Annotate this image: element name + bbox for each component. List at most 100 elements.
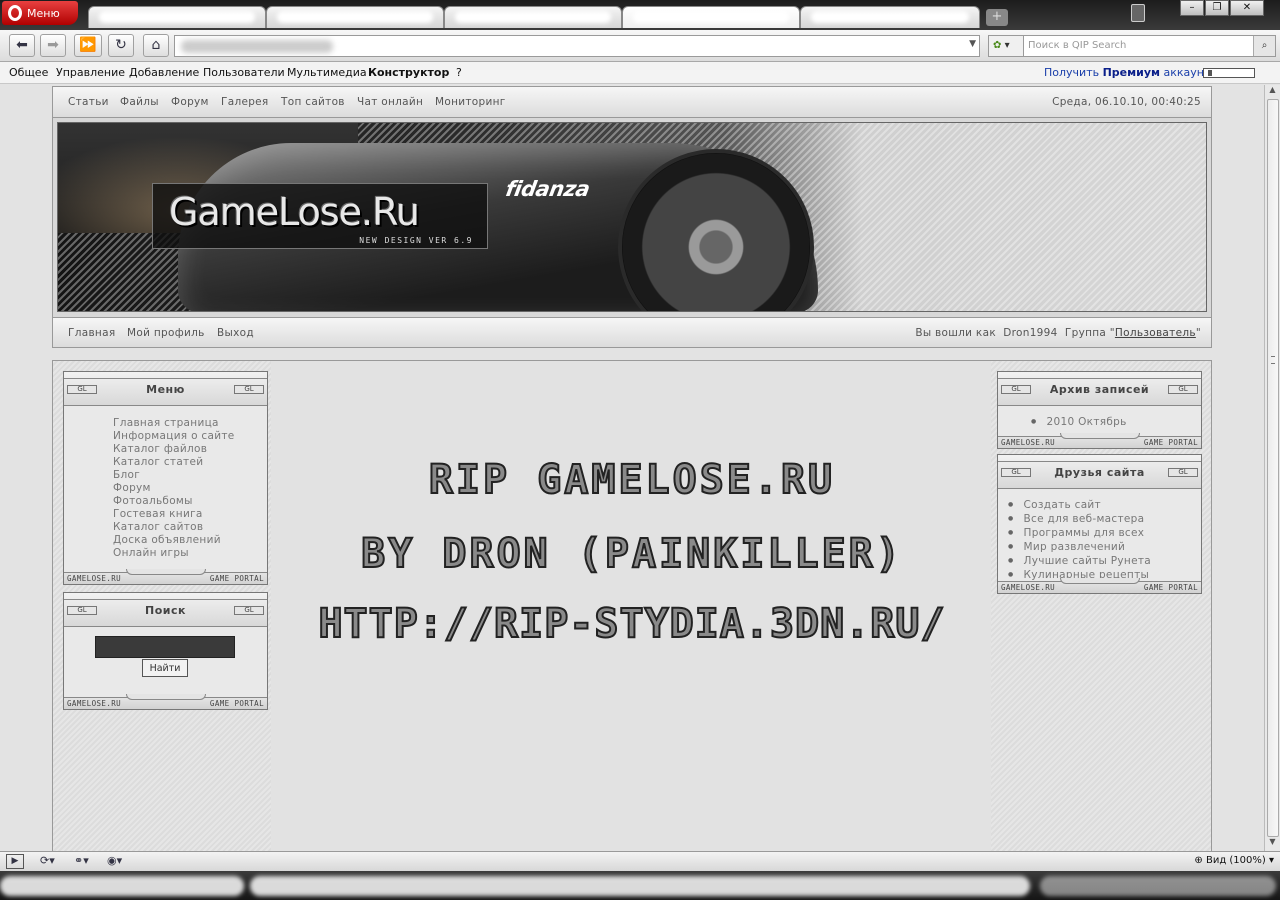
menu-item[interactable]: Блог — [113, 469, 235, 482]
search-placeholder: Поиск в QIP Search — [1028, 40, 1127, 51]
archive-item[interactable]: 2010 Октябрь — [1031, 416, 1127, 430]
zoom-control[interactable]: ⊕ Вид (100%) ▾ — [1194, 855, 1274, 866]
nav-forum[interactable]: Форум — [171, 96, 209, 108]
browser-tab[interactable] — [88, 6, 266, 28]
nav-home[interactable]: Главная — [68, 327, 115, 339]
menu-block: GL Меню GL Главная страница Информация о… — [63, 371, 268, 585]
zoom-label: Вид (100%) — [1205, 855, 1266, 866]
site-date: Среда, 06.10.10, 00:40:25 — [1052, 96, 1201, 108]
block-footer-right: GAME PORTAL — [209, 574, 264, 583]
browser-statusbar: ▶ ⟳▾ ⚭▾ ◉▾ ⊕ Вид (100%) ▾ — [0, 851, 1280, 871]
site-menu-list: Главная страница Информация о сайте Ката… — [113, 417, 235, 560]
friend-link[interactable]: Мир развлечений — [1008, 541, 1151, 555]
nav-chat[interactable]: Чат онлайн — [357, 96, 423, 108]
os-taskbar — [0, 871, 1280, 900]
menu-multimedia[interactable]: Мультимедиа — [287, 66, 367, 79]
restore-icon[interactable]: ❐ — [1205, 0, 1229, 16]
panel-toggle-icon[interactable]: ▶ — [6, 854, 24, 869]
scroll-thumb[interactable] — [1267, 99, 1279, 837]
nav-top-sites[interactable]: Топ сайтов — [281, 96, 345, 108]
minimize-icon[interactable]: – — [1180, 0, 1204, 16]
site-search-input[interactable] — [95, 636, 235, 658]
taskbar-item[interactable] — [0, 876, 244, 896]
browser-tab-active[interactable] — [622, 6, 800, 28]
reload-icon[interactable]: ↻ — [108, 34, 134, 57]
opera-menu-button[interactable]: Меню — [2, 1, 78, 25]
friend-link[interactable]: Создать сайт — [1008, 499, 1151, 513]
scroll-up-icon[interactable]: ▲ — [1265, 85, 1280, 99]
new-tab-icon[interactable]: + — [986, 9, 1008, 26]
logged-as-label: Вы вошли как — [915, 327, 996, 339]
user-navigation: Главная Мой профиль Выход Вы вошли как D… — [52, 318, 1212, 348]
scroll-down-icon[interactable]: ▼ — [1265, 837, 1280, 851]
rip-title: RIP GAMELOSE.RU — [428, 456, 836, 504]
menu-item[interactable]: Гостевая книга — [113, 508, 235, 521]
group-close: " — [1195, 327, 1201, 339]
menu-item[interactable]: Каталог статей — [113, 456, 235, 469]
site-logo[interactable]: GameLose.Ru NEW DESIGN VER 6.9 — [152, 183, 488, 249]
window-controls: – ❐ ✕ — [1180, 0, 1264, 16]
system-tray[interactable] — [1040, 876, 1276, 896]
search-engine-selector[interactable]: ✿ ▾ — [988, 35, 1024, 57]
browser-tab[interactable] — [444, 6, 622, 28]
friend-link[interactable]: Лучшие сайты Рунета — [1008, 555, 1151, 569]
block-footer-right: GAME PORTAL — [1143, 438, 1198, 447]
sync-icon[interactable]: ⟳▾ — [40, 854, 55, 869]
friend-link[interactable]: Все для веб-мастера — [1008, 513, 1151, 527]
menu-management[interactable]: Управление — [56, 66, 125, 79]
block-tag: GL — [1168, 468, 1198, 477]
window-titlebar: Меню + – ❐ ✕ — [0, 0, 1280, 30]
friend-link[interactable]: Программы для всех — [1008, 527, 1151, 541]
home-icon[interactable]: ⌂ — [143, 34, 169, 57]
address-field[interactable]: ▼ — [174, 35, 980, 57]
nav-logout[interactable]: Выход — [217, 327, 254, 339]
menu-users[interactable]: Пользователи — [203, 66, 285, 79]
menu-item[interactable]: Форум — [113, 482, 235, 495]
menu-help[interactable]: ? — [456, 66, 462, 79]
menu-item[interactable]: Каталог сайтов — [113, 521, 235, 534]
premium-bold: Премиум — [1102, 66, 1160, 79]
trash-icon[interactable] — [1131, 4, 1145, 22]
browser-tab[interactable] — [800, 6, 980, 28]
chevron-down-icon[interactable]: ▼ — [969, 39, 976, 49]
forward-arrow-icon[interactable]: ➡ — [40, 34, 66, 57]
nav-profile[interactable]: Мой профиль — [127, 327, 205, 339]
site-search-button[interactable]: Найти — [142, 659, 188, 677]
menu-item[interactable]: Доска объявлений — [113, 534, 235, 547]
page-scrollbar[interactable]: ▲ ▼ — [1264, 85, 1280, 851]
nav-monitoring[interactable]: Мониторинг — [435, 96, 506, 108]
menu-item[interactable]: Информация о сайте — [113, 430, 235, 443]
fast-forward-icon[interactable]: ⏩ — [74, 34, 102, 57]
rip-author: BY DRON (PAINKILLER) — [360, 530, 903, 578]
search-input[interactable]: Поиск в QIP Search ⌕ — [1023, 35, 1276, 57]
main-content: GL Меню GL Главная страница Информация о… — [52, 360, 1212, 851]
menu-constructor[interactable]: Конструктор — [368, 66, 449, 79]
menu-item[interactable]: Фотоальбомы — [113, 495, 235, 508]
close-icon[interactable]: ✕ — [1230, 0, 1264, 16]
header-banner: fidanza GameLose.Ru NEW DESIGN VER 6.9 — [52, 118, 1212, 318]
unite-icon[interactable]: ⚭▾ — [74, 854, 89, 869]
group-label: Группа " — [1064, 327, 1115, 339]
banner-image: fidanza GameLose.Ru NEW DESIGN VER 6.9 — [57, 122, 1207, 312]
taskbar-item[interactable] — [250, 876, 1030, 896]
menu-item[interactable]: Онлайн игры — [113, 547, 235, 560]
archive-list: 2010 Октябрь — [1031, 416, 1127, 430]
turbo-icon[interactable]: ◉▾ — [107, 854, 122, 869]
rip-url[interactable]: HTTP://RIP-STYDIA.3DN.RU/ — [249, 600, 1015, 648]
back-arrow-icon[interactable]: ⬅ — [9, 34, 35, 57]
search-icon[interactable]: ⌕ — [1253, 36, 1275, 56]
opera-logo-icon — [8, 5, 22, 21]
nav-files[interactable]: Файлы — [120, 96, 159, 108]
menu-item[interactable]: Каталог файлов — [113, 443, 235, 456]
group-link[interactable]: Пользователь — [1115, 327, 1196, 339]
archive-block: GL Архив записей GL 2010 Октябрь GAMELOS… — [997, 371, 1202, 449]
browser-tab[interactable] — [266, 6, 444, 28]
nav-gallery[interactable]: Галерея — [221, 96, 269, 108]
nav-articles[interactable]: Статьи — [68, 96, 109, 108]
menu-add[interactable]: Добавление — [129, 66, 199, 79]
panel-slider[interactable] — [1203, 68, 1255, 78]
menu-item[interactable]: Главная страница — [113, 417, 235, 430]
menu-general[interactable]: Общее — [9, 66, 48, 79]
username[interactable]: Dron1994 — [1003, 327, 1057, 339]
premium-link[interactable]: Получить Премиум аккаунт — [1044, 66, 1210, 79]
